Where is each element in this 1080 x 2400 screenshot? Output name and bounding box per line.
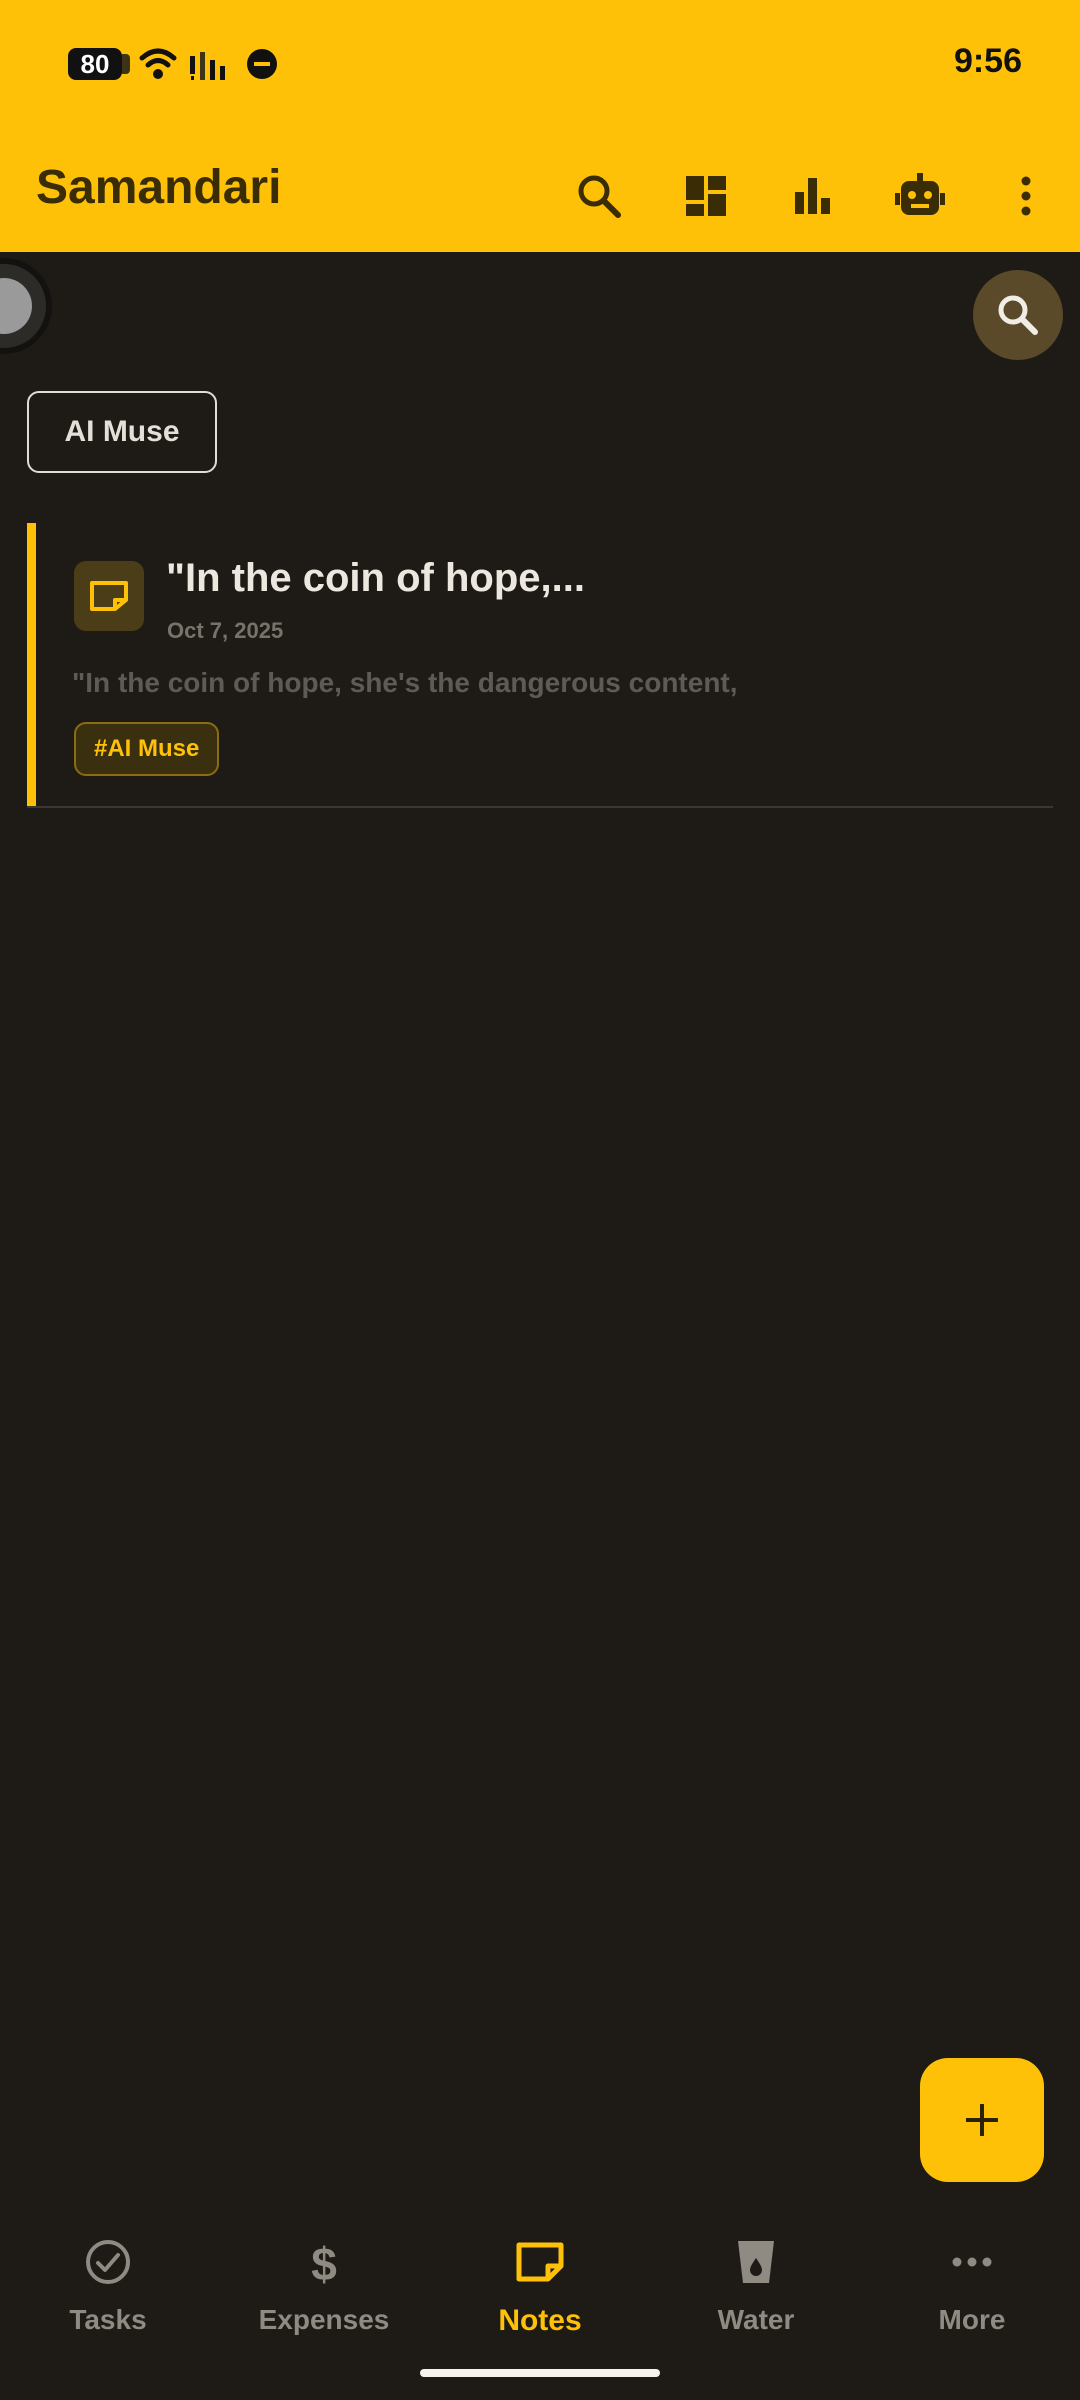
nav-label: More (938, 2304, 1006, 2335)
note-type-badge (74, 561, 144, 631)
nav-label: Notes (498, 2304, 582, 2337)
nav-label: Expenses (258, 2304, 390, 2335)
ai-assistant-button[interactable] (884, 160, 956, 232)
avatar-image (0, 278, 32, 334)
dashboard-icon (686, 176, 726, 216)
search-notes-button[interactable] (973, 270, 1063, 360)
note-preview: "In the coin of hope, she's the dangerou… (72, 667, 738, 698)
dollar-icon: $ (311, 2238, 337, 2286)
do-not-disturb-icon (247, 49, 277, 79)
app-title: Samandari (36, 161, 282, 214)
nav-item-notes[interactable]: Notes (432, 2230, 648, 2360)
wifi-icon (139, 48, 177, 79)
search-button[interactable] (563, 160, 635, 232)
nav-label: Tasks (69, 2304, 147, 2335)
more-horiz-icon (952, 2257, 992, 2267)
more-vert-icon (1021, 176, 1031, 216)
robot-icon (895, 173, 945, 215)
battery-indicator: 80 (68, 48, 130, 80)
note-icon (90, 581, 128, 611)
app-header: 80 9:56 Samandari (0, 0, 1080, 252)
nav-item-expenses[interactable]: $ Expenses (216, 2230, 432, 2360)
bar-chart-icon (795, 178, 830, 214)
note-title: "In the coin of hope,... (166, 556, 585, 600)
statistics-button[interactable] (777, 160, 849, 232)
note-icon (516, 2242, 564, 2282)
add-note-button[interactable] (920, 2058, 1044, 2182)
check-circle-icon (86, 2240, 130, 2284)
search-icon (998, 295, 1038, 335)
note-date: Oct 7, 2025 (167, 618, 284, 643)
note-tag[interactable]: #AI Muse (74, 722, 220, 776)
dashboard-button[interactable] (670, 160, 742, 232)
tag-filter-chip[interactable]: AI Muse (27, 391, 217, 473)
nav-item-water[interactable]: Water (648, 2230, 864, 2360)
nav-label: Water (717, 2304, 795, 2335)
svg-text:$: $ (311, 2238, 337, 2286)
note-accent-bar (27, 523, 36, 806)
home-indicator[interactable] (420, 2369, 660, 2377)
water-glass-icon (738, 2241, 774, 2283)
nav-item-more[interactable]: More (864, 2230, 1080, 2360)
search-icon (578, 175, 621, 218)
signal-icon (190, 52, 225, 80)
note-card[interactable]: "In the coin of hope,... Oct 7, 2025 "In… (27, 523, 1053, 808)
nav-item-tasks[interactable]: Tasks (0, 2230, 216, 2360)
overflow-menu-button[interactable] (990, 160, 1062, 232)
avatar[interactable] (0, 258, 52, 354)
status-time: 9:56 (953, 42, 1022, 80)
plus-icon (966, 2104, 998, 2136)
